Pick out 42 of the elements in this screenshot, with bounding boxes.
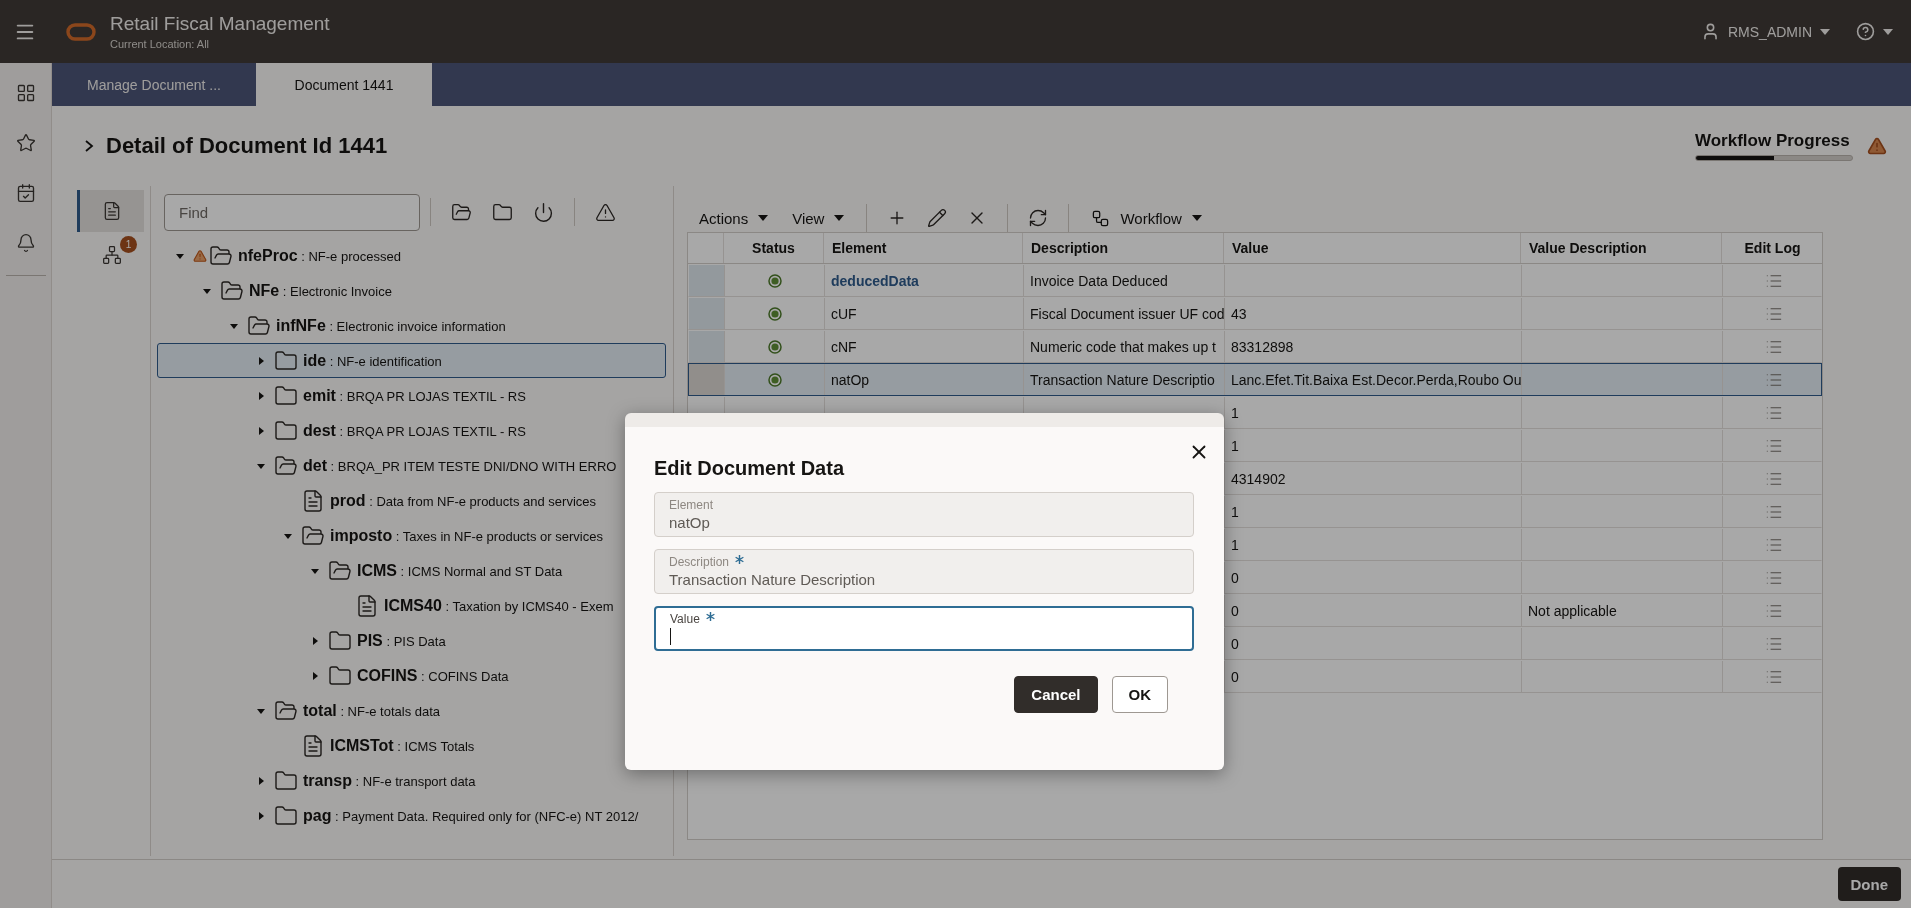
- table-cell: 83312898: [1231, 338, 1294, 355]
- page-title: Detail of Document Id 1441: [106, 133, 388, 159]
- table-cell: Transaction Nature Descriptio: [1030, 371, 1215, 388]
- table-cell: 0: [1231, 602, 1239, 619]
- tree-item-label: prod : Data from NF-e products and services: [330, 491, 597, 510]
- table-cell: 0: [1231, 569, 1239, 586]
- tree-item-label: ICMS40 : Taxation by ICMS40 - Exem: [384, 596, 614, 615]
- tree-item-label: det : BRQA_PR ITEM TESTE DNI/DNO WITH ERRO: [303, 456, 617, 475]
- tree-item-label: infNFe : Electronic invoice information: [276, 316, 506, 335]
- table-cell: Numeric code that makes up t: [1030, 338, 1216, 355]
- table-cell: 0: [1231, 635, 1239, 652]
- count-badge: 1: [120, 236, 137, 253]
- table-cell: cUF: [831, 305, 857, 322]
- tree-item-label: imposto : Taxes in NF-e products or services: [330, 526, 603, 545]
- tree-item-label: ide : NF-e identification: [303, 351, 442, 370]
- tree-item-label: total : NF-e totals data: [303, 701, 441, 720]
- table-cell: 1: [1231, 503, 1239, 520]
- tree-item-label: nfeProc : NF-e processed: [238, 246, 401, 265]
- tree-item-label: pag : Payment Data. Required only for (NFC-e) NT 2012/: [303, 806, 639, 825]
- table-cell: Not applicable: [1528, 602, 1617, 619]
- table-cell: Invoice Data Deduced: [1030, 272, 1168, 289]
- table-cell: Lanc.Efet.Tit.Baixa Est.Decor.Perda,Roubo Ou: [1231, 371, 1521, 388]
- table-cell: 1: [1231, 404, 1239, 421]
- table-cell: natOp: [831, 371, 870, 388]
- table-cell: cNF: [831, 338, 857, 355]
- table-cell: Fiscal Document issuer UF cod: [1030, 305, 1224, 322]
- table-cell: 43: [1231, 305, 1247, 322]
- tree-item-label: transp : NF-e transport data: [303, 771, 476, 790]
- table-cell: 4314902: [1231, 470, 1286, 487]
- table-cell: 1: [1231, 437, 1239, 454]
- workflow-progress-label: Workflow Progress: [1695, 131, 1851, 151]
- tree-item-label: ICMSTot : ICMS Totals: [330, 736, 475, 755]
- tree-item-label: dest : BRQA PR LOJAS TEXTIL - RS: [303, 421, 526, 440]
- tree-item-label: emit : BRQA PR LOJAS TEXTIL - RS: [303, 386, 526, 405]
- tree-item-label: NFe : Electronic Invoice: [249, 281, 392, 300]
- tree-item-label: ICMS : ICMS Normal and ST Data: [357, 561, 563, 580]
- table-cell: 0: [1231, 668, 1239, 685]
- table-cell: 1: [1231, 536, 1239, 553]
- tree-item-label: PIS : PIS Data: [357, 631, 446, 650]
- app-title: Retail Fiscal Management: [110, 13, 330, 35]
- current-location: Current Location: All: [110, 38, 211, 50]
- tree-item-label: COFINS : COFINS Data: [357, 666, 509, 685]
